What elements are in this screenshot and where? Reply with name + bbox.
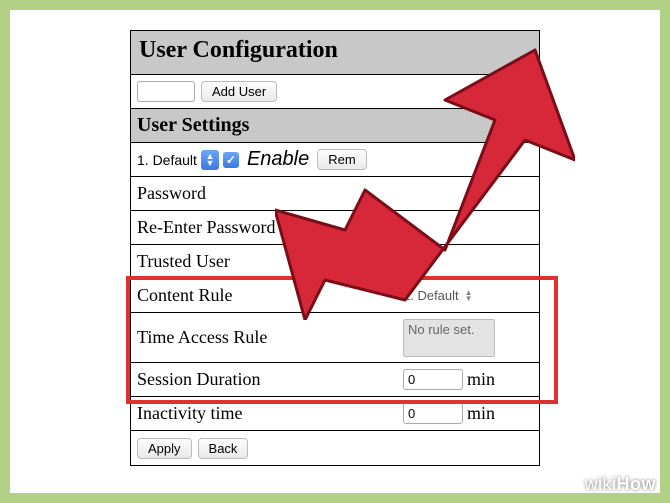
user-index-label: 1. Default — [137, 152, 197, 168]
session-unit: min — [467, 369, 495, 390]
inactivity-row: Inactivity time min — [131, 397, 539, 431]
enable-label: Enable — [247, 148, 309, 171]
add-user-button[interactable]: Add User — [201, 81, 277, 102]
trusted-row: Trusted User — [131, 245, 539, 279]
password-row: Password — [131, 177, 539, 211]
content-rule-stepper[interactable]: ▲ ▼ — [465, 290, 473, 302]
content-rule-value: 1. Default — [403, 288, 459, 303]
repassword-row: Re-Enter Password — [131, 211, 539, 245]
footer-row: Apply Back — [131, 431, 539, 465]
add-user-row: Add User — [131, 75, 539, 109]
canvas: User Configuration Add User User Setting… — [10, 10, 660, 493]
inactivity-label: Inactivity time — [137, 403, 403, 424]
inactivity-unit: min — [467, 403, 495, 424]
password-label: Password — [137, 183, 403, 204]
chevron-down-icon: ▼ — [465, 296, 473, 302]
watermark-suffix: How — [617, 474, 657, 494]
enable-checkbox[interactable]: ✓ — [223, 152, 239, 168]
session-row: Session Duration min — [131, 363, 539, 397]
user-select-stepper[interactable]: ▲ ▼ — [201, 150, 219, 170]
chevron-down-icon: ▼ — [205, 160, 214, 167]
user-settings-line: 1. Default ▲ ▼ ✓ Enable Rem — [131, 143, 539, 177]
back-button[interactable]: Back — [198, 438, 249, 459]
add-user-input[interactable] — [137, 81, 195, 102]
user-settings-heading: User Settings — [131, 109, 539, 143]
session-label: Session Duration — [137, 369, 403, 390]
watermark-prefix: wiki — [585, 474, 617, 494]
content-rule-label: Content Rule — [137, 285, 403, 306]
watermark: wikiHow — [585, 474, 657, 495]
config-panel: User Configuration Add User User Setting… — [130, 30, 540, 466]
time-access-value[interactable]: No rule set. — [403, 319, 495, 357]
session-input[interactable] — [403, 369, 463, 390]
apply-button[interactable]: Apply — [137, 438, 192, 459]
trusted-label: Trusted User — [137, 251, 403, 272]
inactivity-input[interactable] — [403, 403, 463, 424]
remove-button[interactable]: Rem — [317, 149, 366, 170]
repassword-label: Re-Enter Password — [137, 217, 403, 238]
time-access-label: Time Access Rule — [137, 327, 403, 348]
content-rule-row: Content Rule 1. Default ▲ ▼ — [131, 279, 539, 313]
panel-title: User Configuration — [131, 31, 539, 75]
time-access-row: Time Access Rule No rule set. — [131, 313, 539, 363]
